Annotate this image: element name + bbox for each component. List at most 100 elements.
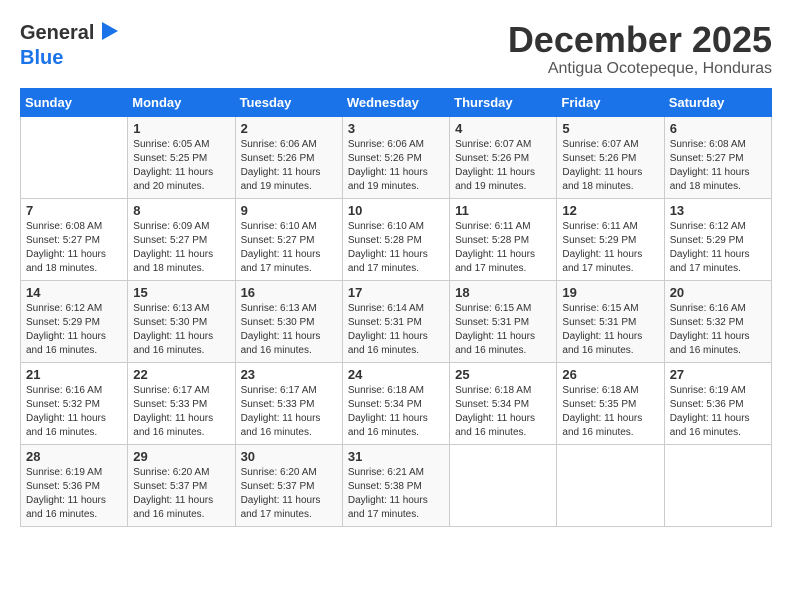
calendar-cell: 2Sunrise: 6:06 AM Sunset: 5:26 PM Daylig… — [235, 116, 342, 198]
day-number: 17 — [348, 285, 444, 300]
day-info: Sunrise: 6:16 AM Sunset: 5:32 PM Dayligh… — [670, 302, 766, 358]
day-number: 7 — [26, 203, 122, 218]
calendar-table: Sunday Monday Tuesday Wednesday Thursday… — [20, 88, 772, 527]
day-info: Sunrise: 6:06 AM Sunset: 5:26 PM Dayligh… — [241, 138, 337, 194]
day-number: 27 — [670, 367, 766, 382]
day-number: 15 — [133, 285, 229, 300]
calendar-week-row: 7 Sunrise: 6:08 AM Sunset: 5:27 PM Daylig… — [21, 198, 772, 280]
day-info: Sunrise: 6:11 AM Sunset: 5:28 PM Dayligh… — [455, 220, 551, 276]
calendar-cell: 7 Sunrise: 6:08 AM Sunset: 5:27 PM Daylig… — [21, 198, 128, 280]
day-info: Sunrise: 6:21 AM Sunset: 5:38 PM Dayligh… — [348, 466, 444, 522]
day-number: 30 — [241, 449, 337, 464]
logo-general: General — [20, 22, 94, 45]
day-number: 3 — [348, 121, 444, 136]
day-info: Sunrise: 6:19 AM Sunset: 5:36 PM Dayligh… — [670, 384, 766, 440]
day-number: 16 — [241, 285, 337, 300]
day-info: Sunrise: 6:18 AM Sunset: 5:35 PM Dayligh… — [562, 384, 658, 440]
col-tuesday: Tuesday — [235, 88, 342, 116]
calendar-cell: 8 Sunrise: 6:09 AM Sunset: 5:27 PM Daylig… — [128, 198, 235, 280]
calendar-cell: 11 Sunrise: 6:11 AM Sunset: 5:28 PM Dayli… — [450, 198, 557, 280]
day-info: Sunrise: 6:09 AM Sunset: 5:27 PM Dayligh… — [133, 220, 229, 276]
calendar-week-row: 28Sunrise: 6:19 AM Sunset: 5:36 PM Dayli… — [21, 444, 772, 526]
day-info: Sunrise: 6:17 AM Sunset: 5:33 PM Dayligh… — [133, 384, 229, 440]
calendar-week-row: 1 Sunrise: 6:05 AM Sunset: 5:25 PM Daylig… — [21, 116, 772, 198]
calendar-cell: 12 Sunrise: 6:11 AM Sunset: 5:29 PM Dayli… — [557, 198, 664, 280]
day-info: Sunrise: 6:05 AM Sunset: 5:25 PM Dayligh… — [133, 138, 229, 194]
day-info: Sunrise: 6:13 AM Sunset: 5:30 PM Dayligh… — [133, 302, 229, 358]
calendar-cell: 13Sunrise: 6:12 AM Sunset: 5:29 PM Dayli… — [664, 198, 771, 280]
page-header: General Blue December 2025 Antigua Ocote… — [20, 20, 772, 78]
calendar-cell: 30 Sunrise: 6:20 AM Sunset: 5:37 PM Dayli… — [235, 444, 342, 526]
day-info: Sunrise: 6:16 AM Sunset: 5:32 PM Dayligh… — [26, 384, 122, 440]
day-number: 18 — [455, 285, 551, 300]
day-number: 21 — [26, 367, 122, 382]
calendar-cell: 28Sunrise: 6:19 AM Sunset: 5:36 PM Dayli… — [21, 444, 128, 526]
day-number: 4 — [455, 121, 551, 136]
day-number: 8 — [133, 203, 229, 218]
day-number: 9 — [241, 203, 337, 218]
calendar-cell: 25 Sunrise: 6:18 AM Sunset: 5:34 PM Dayli… — [450, 362, 557, 444]
calendar-cell — [557, 444, 664, 526]
calendar-cell: 22Sunrise: 6:17 AM Sunset: 5:33 PM Dayli… — [128, 362, 235, 444]
day-number: 24 — [348, 367, 444, 382]
calendar-cell: 26Sunrise: 6:18 AM Sunset: 5:35 PM Dayli… — [557, 362, 664, 444]
day-number: 10 — [348, 203, 444, 218]
day-info: Sunrise: 6:20 AM Sunset: 5:37 PM Dayligh… — [133, 466, 229, 522]
day-info: Sunrise: 6:10 AM Sunset: 5:28 PM Dayligh… — [348, 220, 444, 276]
day-number: 12 — [562, 203, 658, 218]
calendar-cell: 31Sunrise: 6:21 AM Sunset: 5:38 PM Dayli… — [342, 444, 449, 526]
day-number: 20 — [670, 285, 766, 300]
calendar-cell: 27 Sunrise: 6:19 AM Sunset: 5:36 PM Dayli… — [664, 362, 771, 444]
calendar-cell: 15 Sunrise: 6:13 AM Sunset: 5:30 PM Dayli… — [128, 280, 235, 362]
day-number: 1 — [133, 121, 229, 136]
day-number: 25 — [455, 367, 551, 382]
calendar-cell: 5Sunrise: 6:07 AM Sunset: 5:26 PM Daylig… — [557, 116, 664, 198]
day-number: 11 — [455, 203, 551, 218]
day-number: 6 — [670, 121, 766, 136]
calendar-cell: 19 Sunrise: 6:15 AM Sunset: 5:31 PM Dayli… — [557, 280, 664, 362]
calendar-cell — [21, 116, 128, 198]
calendar-cell: 3 Sunrise: 6:06 AM Sunset: 5:26 PM Daylig… — [342, 116, 449, 198]
col-monday: Monday — [128, 88, 235, 116]
logo-blue: Blue — [20, 47, 63, 69]
calendar-cell: 6 Sunrise: 6:08 AM Sunset: 5:27 PM Daylig… — [664, 116, 771, 198]
calendar-cell: 29Sunrise: 6:20 AM Sunset: 5:37 PM Dayli… — [128, 444, 235, 526]
col-saturday: Saturday — [664, 88, 771, 116]
day-info: Sunrise: 6:13 AM Sunset: 5:30 PM Dayligh… — [241, 302, 337, 358]
day-info: Sunrise: 6:10 AM Sunset: 5:27 PM Dayligh… — [241, 220, 337, 276]
day-info: Sunrise: 6:15 AM Sunset: 5:31 PM Dayligh… — [562, 302, 658, 358]
calendar-cell: 10 Sunrise: 6:10 AM Sunset: 5:28 PM Dayli… — [342, 198, 449, 280]
day-info: Sunrise: 6:11 AM Sunset: 5:29 PM Dayligh… — [562, 220, 658, 276]
day-info: Sunrise: 6:07 AM Sunset: 5:26 PM Dayligh… — [455, 138, 551, 194]
title-block: December 2025 Antigua Ocotepeque, Hondur… — [508, 20, 772, 78]
day-number: 23 — [241, 367, 337, 382]
calendar-cell: 14 Sunrise: 6:12 AM Sunset: 5:29 PM Dayli… — [21, 280, 128, 362]
calendar-cell: 17 Sunrise: 6:14 AM Sunset: 5:31 PM Dayli… — [342, 280, 449, 362]
col-sunday: Sunday — [21, 88, 128, 116]
calendar-cell: 16 Sunrise: 6:13 AM Sunset: 5:30 PM Dayli… — [235, 280, 342, 362]
day-info: Sunrise: 6:20 AM Sunset: 5:37 PM Dayligh… — [241, 466, 337, 522]
day-info: Sunrise: 6:08 AM Sunset: 5:27 PM Dayligh… — [26, 220, 122, 276]
month-title: December 2025 — [508, 20, 772, 60]
calendar-cell: 23Sunrise: 6:17 AM Sunset: 5:33 PM Dayli… — [235, 362, 342, 444]
day-info: Sunrise: 6:15 AM Sunset: 5:31 PM Dayligh… — [455, 302, 551, 358]
col-friday: Friday — [557, 88, 664, 116]
calendar-cell: 24Sunrise: 6:18 AM Sunset: 5:34 PM Dayli… — [342, 362, 449, 444]
calendar-cell — [450, 444, 557, 526]
calendar-cell: 1 Sunrise: 6:05 AM Sunset: 5:25 PM Daylig… — [128, 116, 235, 198]
calendar-cell: 20 Sunrise: 6:16 AM Sunset: 5:32 PM Dayli… — [664, 280, 771, 362]
calendar-cell: 21 Sunrise: 6:16 AM Sunset: 5:32 PM Dayli… — [21, 362, 128, 444]
day-info: Sunrise: 6:14 AM Sunset: 5:31 PM Dayligh… — [348, 302, 444, 358]
day-info: Sunrise: 6:08 AM Sunset: 5:27 PM Dayligh… — [670, 138, 766, 194]
calendar-cell — [664, 444, 771, 526]
day-number: 5 — [562, 121, 658, 136]
logo-flag-icon — [98, 20, 120, 42]
day-info: Sunrise: 6:12 AM Sunset: 5:29 PM Dayligh… — [670, 220, 766, 276]
header-row: Sunday Monday Tuesday Wednesday Thursday… — [21, 88, 772, 116]
day-number: 14 — [26, 285, 122, 300]
day-info: Sunrise: 6:06 AM Sunset: 5:26 PM Dayligh… — [348, 138, 444, 194]
day-number: 19 — [562, 285, 658, 300]
day-info: Sunrise: 6:12 AM Sunset: 5:29 PM Dayligh… — [26, 302, 122, 358]
calendar-cell: 9 Sunrise: 6:10 AM Sunset: 5:27 PM Daylig… — [235, 198, 342, 280]
day-info: Sunrise: 6:18 AM Sunset: 5:34 PM Dayligh… — [455, 384, 551, 440]
